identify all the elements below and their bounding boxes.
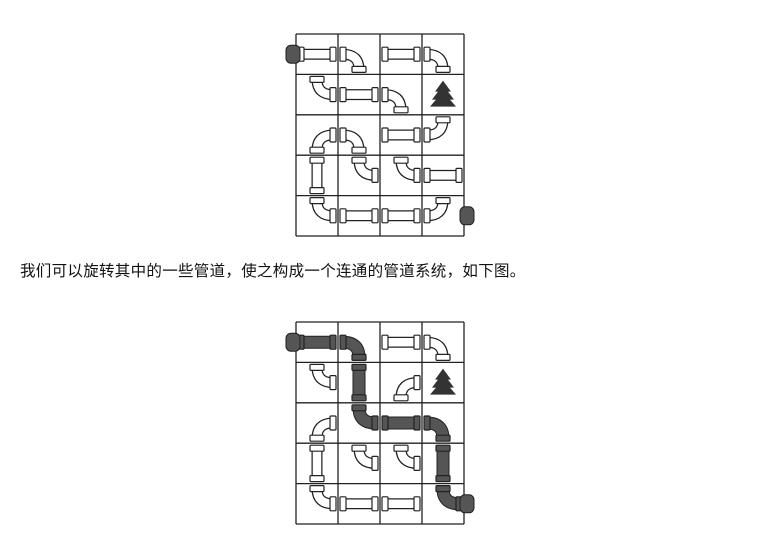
puzzle-solved-grid xyxy=(285,321,475,525)
connected-pipe-tile[interactable] xyxy=(351,363,367,402)
pipe-tile[interactable] xyxy=(309,485,337,512)
pipe-end-cap xyxy=(459,494,475,514)
pipe-tile[interactable] xyxy=(423,167,463,183)
pipe-tile[interactable] xyxy=(423,46,451,74)
connected-pipe-tile[interactable] xyxy=(339,334,367,362)
caption-text: 我们可以旋转其中的一些管道，使之构成一个连通的管道系统，如下图。 xyxy=(20,262,526,280)
pipe-tile[interactable] xyxy=(423,197,451,224)
pipe-tile[interactable] xyxy=(381,334,421,350)
pipe-tile[interactable] xyxy=(309,197,337,224)
pipe-tile[interactable] xyxy=(297,46,337,62)
pipe-tile[interactable] xyxy=(309,363,337,391)
connected-pipe-tile[interactable] xyxy=(297,334,337,350)
pipe-tile[interactable] xyxy=(339,46,367,74)
pipe-tile[interactable] xyxy=(351,156,379,183)
pipe-end-cap xyxy=(459,206,475,226)
pipe-tile[interactable] xyxy=(309,444,325,483)
pipe-start-cap xyxy=(285,332,301,352)
connected-pipe-tile[interactable] xyxy=(351,404,379,431)
pipe-tile[interactable] xyxy=(339,86,379,103)
pipe-tile[interactable] xyxy=(351,444,379,471)
pipe-tile[interactable] xyxy=(393,444,421,471)
pipe-tile[interactable] xyxy=(309,156,325,195)
pipe-tile[interactable] xyxy=(309,127,337,154)
pipe-tile[interactable] xyxy=(381,86,409,114)
puzzle-initial-grid xyxy=(285,33,475,237)
pipe-tile[interactable] xyxy=(393,374,421,402)
pipe-tile[interactable] xyxy=(339,127,367,154)
pipe-tile[interactable] xyxy=(339,208,379,224)
connected-pipe-tile[interactable] xyxy=(381,415,421,431)
pipe-start-cap xyxy=(285,44,301,64)
pipe-tile[interactable] xyxy=(423,334,451,362)
pipe-tile[interactable] xyxy=(381,127,421,143)
pipe-tile[interactable] xyxy=(339,496,379,512)
tree-icon xyxy=(430,80,456,107)
pipe-tile[interactable] xyxy=(381,46,421,62)
pipe-tile[interactable] xyxy=(393,156,421,183)
pipe-tile[interactable] xyxy=(381,496,421,512)
pipe-tile[interactable] xyxy=(309,415,337,442)
connected-pipe-tile[interactable] xyxy=(435,485,463,512)
pipe-tile[interactable] xyxy=(309,75,337,103)
pipe-tile[interactable] xyxy=(381,208,421,224)
pipe-tile[interactable] xyxy=(423,116,451,143)
tree-icon xyxy=(430,368,456,395)
connected-pipe-tile[interactable] xyxy=(423,415,451,442)
connected-pipe-tile[interactable] xyxy=(435,444,451,483)
